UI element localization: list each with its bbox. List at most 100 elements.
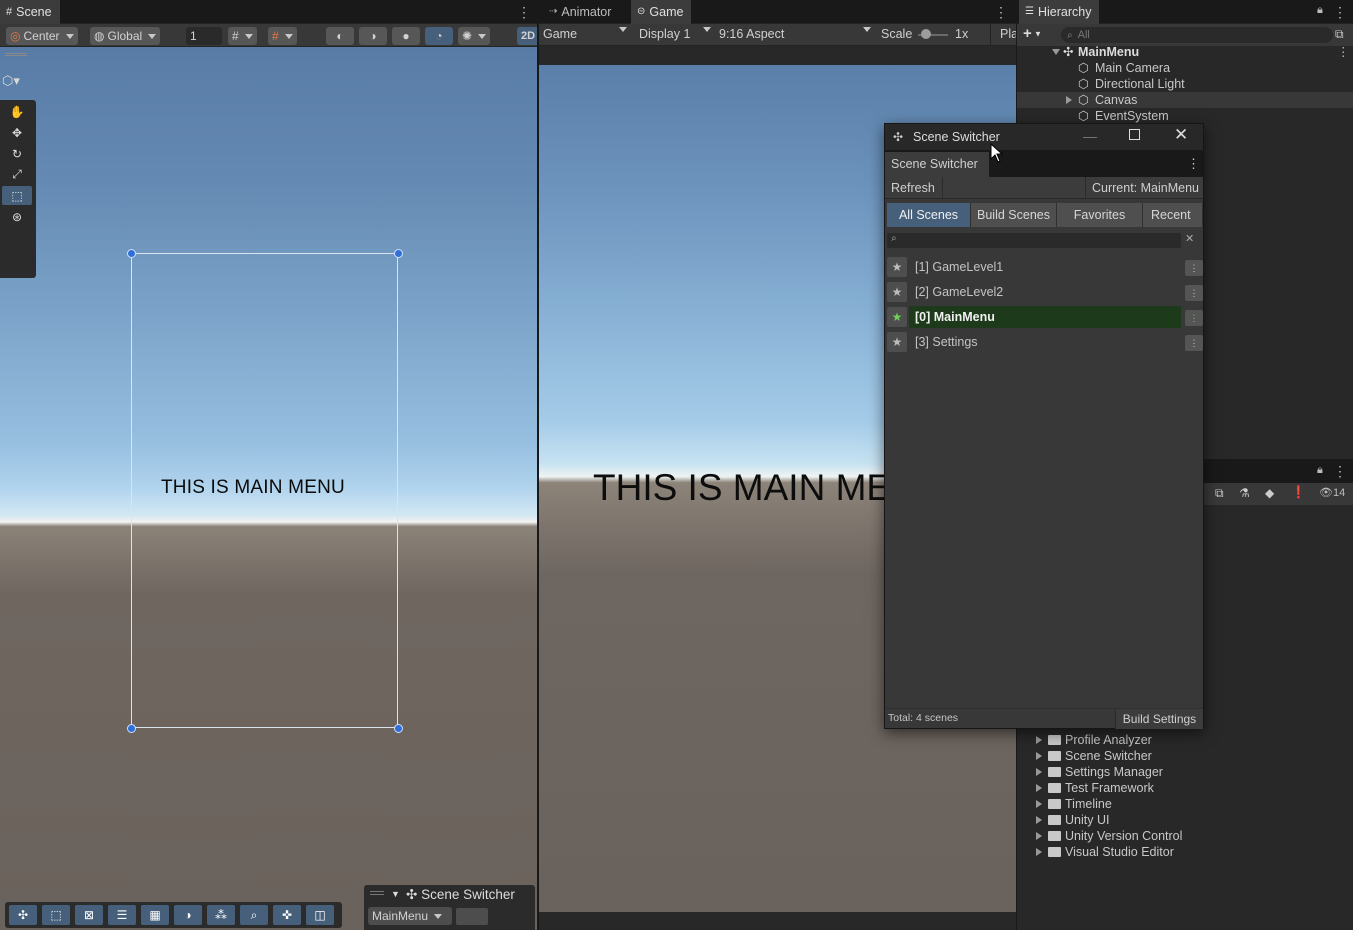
- project-tab-menu-button[interactable]: ⋮: [1333, 459, 1347, 483]
- lighting-button[interactable]: ◔: [425, 27, 453, 45]
- fold-arrow-icon[interactable]: [1036, 816, 1042, 824]
- scene-row-settings[interactable]: ★ [3] Settings ⋮: [887, 331, 1203, 353]
- overlay-load-button[interactable]: [456, 908, 488, 925]
- hierarchy-item-eventsystem[interactable]: ⬡ EventSystem: [1017, 108, 1353, 124]
- refresh-button[interactable]: Refresh: [885, 177, 943, 199]
- package-folder-item[interactable]: Timeline: [1017, 796, 1353, 812]
- scale-tool-button[interactable]: ⤢: [2, 165, 32, 184]
- package-folder-item[interactable]: Profile Analyzer: [1017, 732, 1353, 748]
- lock-icon[interactable]: 🔒︎: [1317, 4, 1323, 17]
- scene-row-mainmenu[interactable]: ★ [0] MainMenu ⋮: [887, 306, 1203, 328]
- scene-search-input[interactable]: ⌕: [887, 233, 1181, 248]
- lock-icon[interactable]: 🔒︎: [1317, 464, 1323, 477]
- overlay-particles-button[interactable]: ⁂: [207, 905, 235, 925]
- tab-scene-switcher[interactable]: Scene Switcher: [885, 152, 989, 177]
- collapse-arrow-icon[interactable]: ▼: [391, 889, 400, 899]
- tag-icon[interactable]: ◆: [1265, 486, 1274, 500]
- tab-scene[interactable]: # Scene: [0, 0, 60, 24]
- search-by-type-icon[interactable]: ⧉: [1215, 486, 1224, 501]
- shaded-button[interactable]: ●: [392, 27, 420, 45]
- tab-hierarchy[interactable]: ☰ Hierarchy: [1019, 0, 1100, 24]
- rect-handle-bottom-right[interactable]: [394, 724, 403, 733]
- orientation-gizmo[interactable]: ⬡▾: [0, 47, 36, 94]
- favorite-star-icon[interactable]: ★: [887, 332, 907, 352]
- maximize-icon[interactable]: [1129, 129, 1140, 140]
- scene-row-menu-button[interactable]: ⋮: [1185, 335, 1203, 351]
- favorite-star-icon[interactable]: ★: [887, 282, 907, 302]
- fold-arrow-icon[interactable]: [1036, 752, 1042, 760]
- window-titlebar[interactable]: ✣ Scene Switcher — ✕: [885, 124, 1203, 150]
- hierarchy-tab-menu-button[interactable]: ⋮: [1333, 0, 1347, 24]
- shaded-wire-button[interactable]: ◑: [359, 27, 387, 45]
- label-filter-icon[interactable]: ⚗: [1239, 486, 1250, 500]
- overlay-sprite-button[interactable]: ⊠: [75, 905, 103, 925]
- tab-animator[interactable]: ⇢ Animator: [543, 0, 619, 24]
- package-folder-item[interactable]: Settings Manager: [1017, 764, 1353, 780]
- space-dropdown[interactable]: ◍ Global: [90, 27, 161, 45]
- overlay-search-button[interactable]: ⌕: [240, 905, 268, 925]
- gizmos-dropdown[interactable]: ✺: [458, 27, 491, 45]
- alert-icon[interactable]: ❗: [1291, 485, 1306, 499]
- move-tool-button[interactable]: ✥: [2, 123, 32, 142]
- fold-arrow-icon[interactable]: [1036, 768, 1042, 776]
- increment-snap-dropdown[interactable]: #: [268, 27, 297, 45]
- build-settings-button[interactable]: Build Settings: [1115, 709, 1203, 729]
- hidden-packages-count[interactable]: 👁︎14: [1319, 486, 1345, 499]
- hand-tool-button[interactable]: ✋: [2, 102, 32, 121]
- draw-mode-button[interactable]: ◐: [326, 27, 354, 45]
- scale-slider-thumb[interactable]: [921, 29, 931, 39]
- display-dropdown[interactable]: Display 1: [639, 27, 711, 41]
- fold-arrow-icon[interactable]: [1036, 800, 1042, 808]
- rect-handle-bottom-left[interactable]: [127, 724, 136, 733]
- rect-handle-top-right[interactable]: [394, 249, 403, 258]
- overlay-sliders-button[interactable]: ☰: [108, 905, 136, 925]
- fold-arrow-icon[interactable]: [1052, 49, 1060, 55]
- filter-all-scenes[interactable]: All Scenes: [887, 203, 971, 227]
- tab-game[interactable]: ⊝ Game: [631, 0, 692, 24]
- fold-arrow-icon[interactable]: [1066, 96, 1072, 104]
- scene-viewport[interactable]: ⬡▾ ✋ ✥ ↻ ⤢ ⬚ ⊛ THIS IS MAIN MENU: [0, 47, 537, 930]
- minimize-icon[interactable]: —: [1083, 128, 1097, 144]
- fold-arrow-icon[interactable]: [1036, 832, 1042, 840]
- overlay-rect-button[interactable]: ⬚: [42, 905, 70, 925]
- aspect-dropdown[interactable]: 9:16 Aspect: [719, 27, 871, 41]
- hierarchy-search-input[interactable]: ⌕ All: [1061, 27, 1333, 43]
- game-view-dropdown[interactable]: Game: [543, 27, 627, 41]
- scene-row-menu-button[interactable]: ⋮: [1185, 310, 1203, 326]
- clear-search-icon[interactable]: ✕: [1185, 232, 1194, 245]
- rect-tool-button[interactable]: ⬚: [2, 186, 32, 205]
- scene-tab-menu-button[interactable]: ⋮: [517, 0, 531, 24]
- close-icon[interactable]: ✕: [1174, 125, 1188, 145]
- scene-row-gamelevel1[interactable]: ★ [1] GameLevel1 ⋮: [887, 256, 1203, 278]
- fold-arrow-icon[interactable]: [1036, 848, 1042, 856]
- fold-arrow-icon[interactable]: [1036, 784, 1042, 792]
- play-mode-dropdown[interactable]: Pla: [990, 24, 1016, 46]
- add-button[interactable]: + ▼: [1023, 25, 1042, 42]
- overlay-camera-button[interactable]: ◫: [306, 905, 334, 925]
- scene-row-gamelevel2[interactable]: ★ [2] GameLevel2 ⋮: [887, 281, 1203, 303]
- filter-build-scenes[interactable]: Build Scenes: [971, 203, 1057, 227]
- hierarchy-item-scene[interactable]: ✣ MainMenu ⋮: [1017, 44, 1353, 60]
- package-folder-item[interactable]: Scene Switcher: [1017, 748, 1353, 764]
- package-folder-item[interactable]: Unity Version Control: [1017, 828, 1353, 844]
- switcher-menu-button[interactable]: ⋮: [1187, 156, 1200, 172]
- game-tab-menu-button[interactable]: ⋮: [994, 0, 1008, 24]
- rotate-tool-button[interactable]: ↻: [2, 144, 32, 163]
- scene-row-menu-button[interactable]: ⋮: [1185, 260, 1203, 276]
- scene-visibility-icon[interactable]: ⧉: [1335, 27, 1344, 42]
- filter-favorites[interactable]: Favorites: [1057, 203, 1143, 227]
- scene-menu-button[interactable]: ⋮: [1337, 44, 1350, 60]
- package-folder-item[interactable]: Visual Studio Editor: [1017, 844, 1353, 860]
- favorite-star-icon[interactable]: ★: [887, 307, 907, 327]
- overlay-unity-button[interactable]: ✣: [9, 905, 37, 925]
- overlay-navigation-button[interactable]: ✜: [273, 905, 301, 925]
- fold-arrow-icon[interactable]: [1036, 736, 1042, 744]
- transform-tool-button[interactable]: ⊛: [2, 207, 32, 226]
- scene-row-menu-button[interactable]: ⋮: [1185, 285, 1203, 301]
- overlay-lighting-button[interactable]: ◑: [174, 905, 202, 925]
- grid-snap-dropdown[interactable]: #: [228, 27, 257, 45]
- overlay-scene-dropdown[interactable]: MainMenu: [368, 907, 452, 925]
- overlay-grid-button[interactable]: ▦: [141, 905, 169, 925]
- hierarchy-item-canvas[interactable]: ⬡ Canvas: [1017, 92, 1353, 108]
- favorite-star-icon[interactable]: ★: [887, 257, 907, 277]
